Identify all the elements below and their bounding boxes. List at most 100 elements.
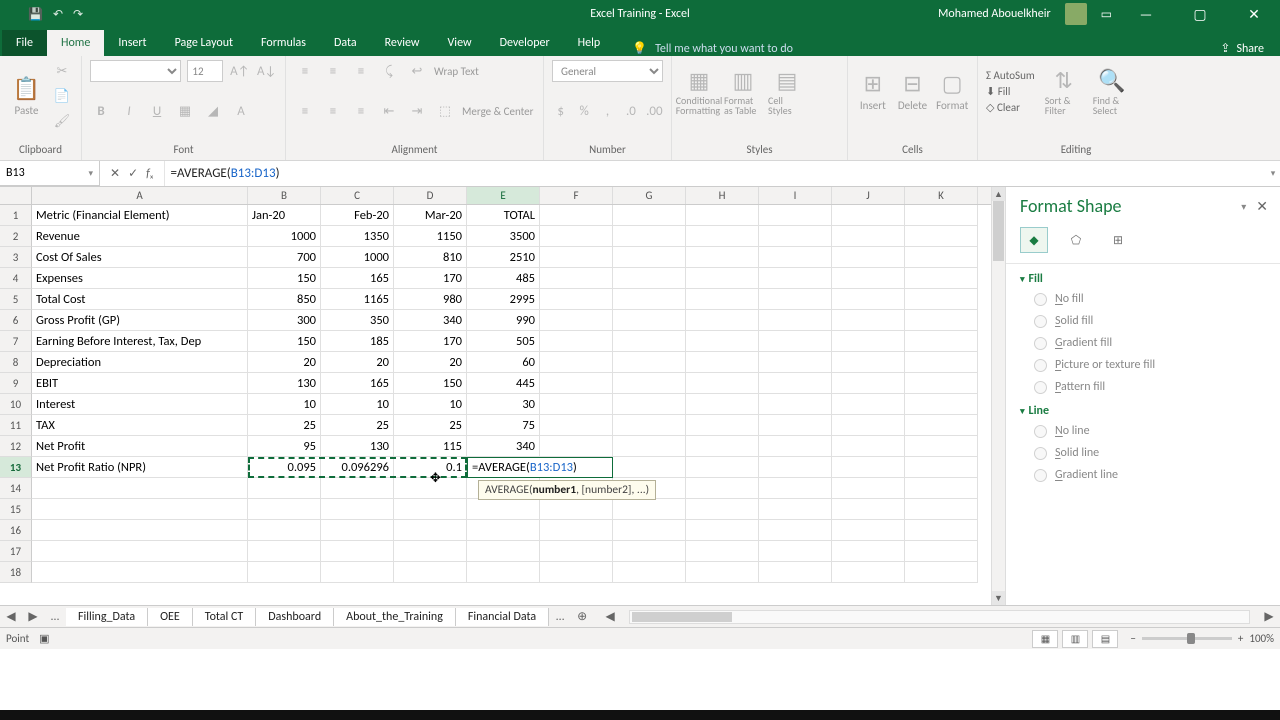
user-name[interactable]: Mohamed Abouelkheir	[938, 7, 1051, 21]
cell[interactable]	[540, 562, 613, 583]
currency-icon[interactable]: $	[552, 101, 569, 123]
cell[interactable]	[759, 520, 832, 541]
cell[interactable]	[759, 373, 832, 394]
row-18[interactable]: 18	[0, 562, 32, 583]
tab-formulas[interactable]: Formulas	[247, 30, 320, 56]
cell[interactable]	[832, 415, 905, 436]
cell[interactable]: 1000	[321, 247, 394, 268]
cell[interactable]	[686, 457, 759, 478]
dec-dec-icon[interactable]: .00	[646, 101, 663, 123]
cell[interactable]: Jan-20	[248, 205, 321, 226]
cell[interactable]	[832, 205, 905, 226]
cell[interactable]: Depreciation	[32, 352, 248, 373]
cell[interactable]: 990	[467, 310, 540, 331]
add-sheet-icon[interactable]: ⊕	[571, 609, 593, 624]
cell[interactable]	[832, 226, 905, 247]
cell[interactable]	[613, 457, 686, 478]
hscroll-left-icon[interactable]: ◀	[599, 609, 621, 624]
pane-close-icon[interactable]: ✕	[1256, 198, 1268, 215]
cell[interactable]: 485	[467, 268, 540, 289]
section-line[interactable]: Line	[1020, 404, 1266, 418]
windows-taskbar[interactable]	[0, 710, 1280, 720]
redo-icon[interactable]: ↷	[73, 7, 83, 22]
cell[interactable]: 185	[321, 331, 394, 352]
cell[interactable]	[613, 394, 686, 415]
cell[interactable]	[540, 205, 613, 226]
cell[interactable]	[540, 394, 613, 415]
row-12[interactable]: 12	[0, 436, 32, 457]
cut-icon[interactable]: ✂	[51, 60, 73, 82]
cell[interactable]	[248, 478, 321, 499]
cell[interactable]	[905, 436, 978, 457]
cell[interactable]: 150	[248, 268, 321, 289]
cell[interactable]: 445	[467, 373, 540, 394]
cell[interactable]	[32, 499, 248, 520]
indent-inc-icon[interactable]: ⇥	[406, 101, 428, 123]
col-D[interactable]: D	[394, 187, 467, 204]
cell[interactable]	[540, 520, 613, 541]
cell[interactable]: 130	[321, 436, 394, 457]
paste-button[interactable]: 📋 Paste	[8, 65, 45, 127]
cell[interactable]: 0.096296	[321, 457, 394, 478]
cell[interactable]	[759, 478, 832, 499]
save-icon[interactable]: 💾	[28, 7, 43, 22]
cell[interactable]	[905, 331, 978, 352]
cell[interactable]	[832, 394, 905, 415]
cell[interactable]: 25	[321, 415, 394, 436]
cell[interactable]	[832, 562, 905, 583]
cell[interactable]	[759, 562, 832, 583]
cell[interactable]	[686, 205, 759, 226]
row-8[interactable]: 8	[0, 352, 32, 373]
sort-filter-button[interactable]: ⇅Sort & Filter	[1045, 60, 1083, 122]
user-avatar[interactable]	[1065, 3, 1087, 25]
cell[interactable]	[394, 541, 467, 562]
tab-data[interactable]: Data	[320, 30, 371, 56]
cell[interactable]	[686, 247, 759, 268]
cell[interactable]: 810	[394, 247, 467, 268]
cell[interactable]	[394, 520, 467, 541]
cell[interactable]	[905, 499, 978, 520]
cell[interactable]: TOTAL	[467, 205, 540, 226]
tab-page-layout[interactable]: Page Layout	[161, 30, 247, 56]
cell[interactable]: 1350	[321, 226, 394, 247]
cell[interactable]	[613, 436, 686, 457]
cell[interactable]	[832, 457, 905, 478]
cell[interactable]	[248, 520, 321, 541]
cell[interactable]: 2510	[467, 247, 540, 268]
fill-option[interactable]: Picture or texture fill	[1034, 358, 1266, 372]
macro-record-icon[interactable]: ▣	[39, 632, 49, 645]
autosum-button[interactable]: Σ AutoSum	[986, 69, 1035, 82]
col-A[interactable]: A	[32, 187, 248, 204]
cell[interactable]	[540, 415, 613, 436]
line-option[interactable]: Gradient line	[1034, 468, 1266, 482]
cell[interactable]: 505	[467, 331, 540, 352]
zoom-level[interactable]: 100%	[1249, 632, 1274, 645]
cell[interactable]	[905, 541, 978, 562]
sheet-prev-icon[interactable]: ◀	[0, 609, 22, 624]
col-I[interactable]: I	[759, 187, 832, 204]
format-cells-button[interactable]: ▢Format	[935, 60, 969, 122]
section-fill[interactable]: Fill	[1020, 272, 1266, 286]
cell[interactable]	[832, 478, 905, 499]
cell[interactable]: Revenue	[32, 226, 248, 247]
cell[interactable]	[905, 373, 978, 394]
fill-color-icon[interactable]: ◢	[202, 101, 224, 123]
row-2[interactable]: 2	[0, 226, 32, 247]
cell[interactable]: 10	[321, 394, 394, 415]
cell[interactable]: Cost Of Sales	[32, 247, 248, 268]
spreadsheet[interactable]: A B C D E F G H I J K 1Metric (Financial…	[0, 187, 991, 605]
cell[interactable]	[759, 226, 832, 247]
cell[interactable]: 75	[467, 415, 540, 436]
cell[interactable]: 300	[248, 310, 321, 331]
cell[interactable]	[613, 373, 686, 394]
cell[interactable]	[759, 289, 832, 310]
cell[interactable]	[905, 310, 978, 331]
view-layout-icon[interactable]: ▥	[1062, 630, 1088, 648]
editing-cell[interactable]: =AVERAGE(B13:D13)	[467, 457, 613, 478]
zoom-out-icon[interactable]: −	[1130, 632, 1135, 645]
col-K[interactable]: K	[905, 187, 978, 204]
find-select-button[interactable]: 🔍Find & Select	[1093, 60, 1131, 122]
tab-review[interactable]: Review	[371, 30, 434, 56]
minimize-button[interactable]: —	[1126, 6, 1166, 23]
effects-tab-icon[interactable]: ⬠	[1062, 227, 1090, 253]
